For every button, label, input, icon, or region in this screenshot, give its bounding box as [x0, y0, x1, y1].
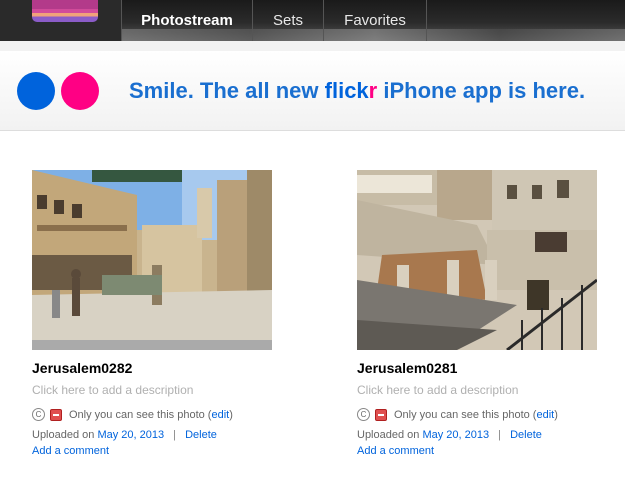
delete-link[interactable]: Delete	[510, 429, 542, 441]
nav-spacer	[0, 41, 625, 51]
private-icon	[50, 408, 62, 421]
tab-sets[interactable]: Sets	[252, 0, 323, 41]
privacy-close: )	[229, 408, 233, 421]
flickr-wordmark: flickr	[324, 78, 378, 103]
privacy-text: Only you can see this photo (	[394, 408, 537, 421]
banner-text-before: Smile. The all new	[129, 78, 319, 103]
copyright-icon[interactable]: C	[357, 408, 370, 421]
flickr-blue-dot-icon	[17, 72, 55, 110]
privacy-close: )	[554, 408, 558, 421]
photo-title[interactable]: Jerusalem0281	[357, 360, 457, 376]
upload-info: Uploaded on May 20, 2013 | Delete	[32, 429, 217, 441]
separator: |	[498, 429, 502, 441]
upload-date-link[interactable]: May 20, 2013	[422, 429, 489, 441]
edit-privacy-link[interactable]: edit	[211, 409, 229, 421]
private-icon	[375, 408, 387, 421]
edit-privacy-link[interactable]: edit	[536, 409, 554, 421]
nav-empty-area	[426, 0, 625, 41]
separator: |	[173, 429, 177, 441]
copyright-icon[interactable]: C	[32, 408, 45, 421]
uploaded-prefix: Uploaded on	[357, 429, 420, 441]
photo-title[interactable]: Jerusalem0282	[32, 360, 132, 376]
photo-jerusalem-steps[interactable]	[357, 170, 597, 350]
photo-thumbnail[interactable]	[357, 170, 597, 350]
privacy-line: C Only you can see this photo (edit)	[357, 408, 558, 421]
add-comment-link[interactable]: Add a comment	[32, 445, 109, 457]
delete-link[interactable]: Delete	[185, 429, 217, 441]
photo-jerusalem-square[interactable]	[32, 170, 272, 350]
upload-date-link[interactable]: May 20, 2013	[97, 429, 164, 441]
logo-area[interactable]	[0, 0, 121, 41]
flickr-pink-dot-icon	[61, 72, 99, 110]
add-comment-link[interactable]: Add a comment	[357, 445, 434, 457]
top-nav: Photostream Sets Favorites	[0, 0, 625, 41]
add-description-link[interactable]: Click here to add a description	[32, 383, 193, 397]
privacy-text: Only you can see this photo (	[69, 408, 212, 421]
tab-photostream[interactable]: Photostream	[121, 0, 252, 41]
photo-thumbnail[interactable]	[32, 170, 272, 350]
privacy-line: C Only you can see this photo (edit)	[32, 408, 233, 421]
tab-favorites[interactable]: Favorites	[323, 0, 426, 41]
banner-text-after: iPhone app is here.	[383, 78, 586, 103]
photo-card: Jerusalem0281 Click here to add a descri…	[357, 170, 597, 457]
uploaded-prefix: Uploaded on	[32, 429, 95, 441]
add-description-link[interactable]: Click here to add a description	[357, 383, 518, 397]
promo-banner[interactable]: Smile. The all new flickr iPhone app is …	[0, 51, 625, 131]
comment-line: Add a comment	[357, 445, 434, 457]
upload-info: Uploaded on May 20, 2013 | Delete	[357, 429, 542, 441]
comment-line: Add a comment	[32, 445, 109, 457]
photo-card: Jerusalem0282 Click here to add a descri…	[32, 170, 272, 457]
banner-headline[interactable]: Smile. The all new flickr iPhone app is …	[129, 78, 585, 104]
buddy-icon[interactable]	[32, 0, 98, 22]
